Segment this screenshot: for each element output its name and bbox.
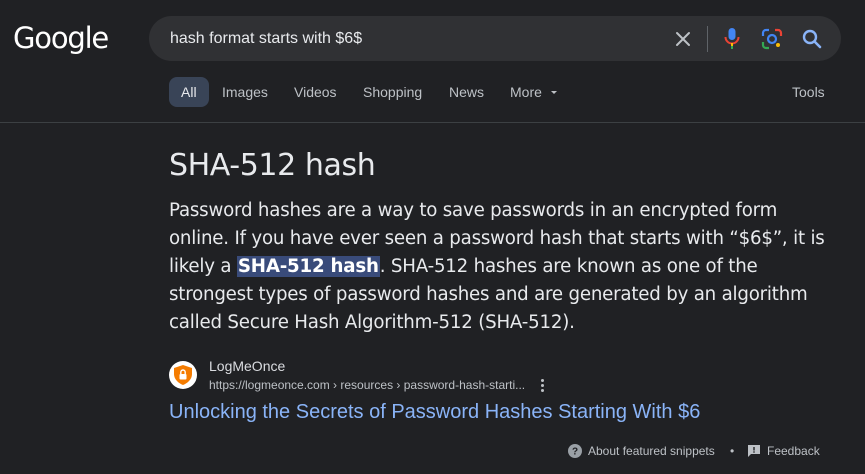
google-logo[interactable]: Google <box>13 21 109 55</box>
feedback-icon <box>748 445 760 457</box>
search-input[interactable] <box>170 16 650 61</box>
caret-down-icon <box>550 91 557 94</box>
tools-button[interactable]: Tools <box>792 77 825 107</box>
svg-text:?: ? <box>572 447 578 458</box>
search-divider <box>707 26 708 52</box>
microphone-icon[interactable] <box>720 27 744 51</box>
camera-lens-icon[interactable] <box>760 27 784 51</box>
header-divider <box>0 122 865 123</box>
footer-separator: • <box>730 444 735 458</box>
about-snippets-link[interactable]: ? About featured snippets <box>568 443 715 459</box>
result-title-link[interactable]: Unlocking the Secrets of Password Hashes… <box>169 401 700 424</box>
snippet-highlight: SHA-512 hash <box>236 256 380 277</box>
source-url[interactable]: https://logmeonce.com › resources › pass… <box>209 378 525 392</box>
close-icon[interactable] <box>671 27 695 51</box>
tab-shopping[interactable]: Shopping <box>363 77 422 107</box>
snippet-title: SHA-512 hash <box>169 148 376 183</box>
tab-more[interactable]: More <box>510 77 559 107</box>
snippet-body: Password hashes are a way to save passwo… <box>169 200 825 333</box>
feedback-link[interactable]: Feedback <box>747 443 820 459</box>
tab-images[interactable]: Images <box>222 77 268 107</box>
site-favicon[interactable] <box>169 361 197 389</box>
tab-all[interactable]: All <box>169 77 209 107</box>
help-icon: ? <box>568 444 582 458</box>
search-icon[interactable] <box>800 27 824 51</box>
tab-videos[interactable]: Videos <box>294 77 337 107</box>
tab-news[interactable]: News <box>449 77 484 107</box>
more-options-icon[interactable] <box>534 376 550 394</box>
search-bar[interactable] <box>149 16 841 61</box>
source-name[interactable]: LogMeOnce <box>209 358 285 374</box>
